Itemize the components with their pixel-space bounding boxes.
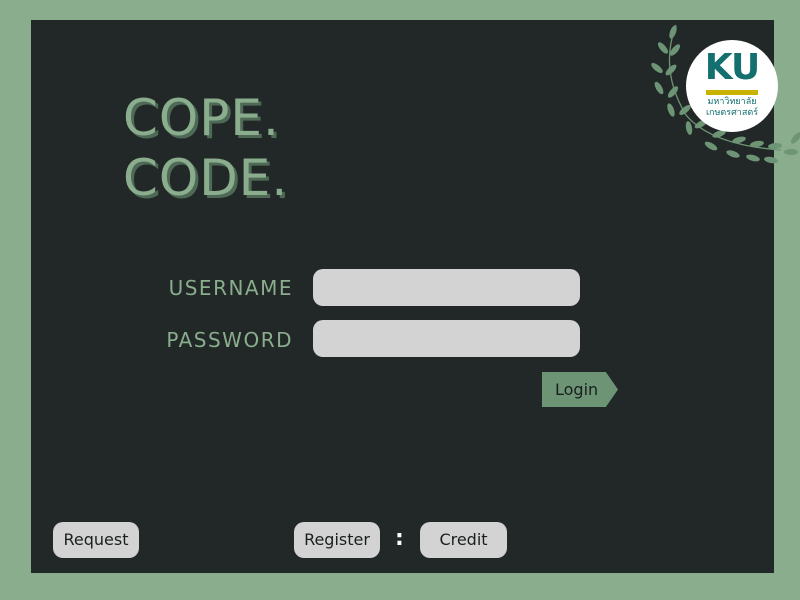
- login-window: COPE. CODE. KU มหาวิทยาลัย เกษตรศาสตร์ U…: [31, 20, 800, 573]
- logo-thai-line-1: มหาวิทยาลัย: [707, 97, 757, 107]
- title-line-2: CODE.: [123, 149, 289, 207]
- login-button[interactable]: Login: [542, 372, 618, 407]
- password-input[interactable]: [313, 320, 580, 357]
- title-line-1: COPE.: [123, 89, 280, 147]
- credit-button[interactable]: Credit: [420, 522, 507, 558]
- register-button[interactable]: Register: [294, 522, 380, 558]
- password-label: PASSWORD: [166, 328, 293, 352]
- logo-thai-line-2: เกษตรศาสตร์: [705, 108, 759, 118]
- logo-underline: [706, 90, 758, 95]
- logo-mark: KU: [704, 47, 761, 88]
- footer-separator: :: [395, 526, 404, 551]
- page-title: COPE. CODE.: [123, 88, 288, 208]
- username-label: USERNAME: [168, 276, 293, 300]
- ku-logo: KU มหาวิทยาลัย เกษตรศาสตร์: [686, 40, 778, 132]
- request-button[interactable]: Request: [53, 522, 139, 558]
- username-input[interactable]: [313, 269, 580, 306]
